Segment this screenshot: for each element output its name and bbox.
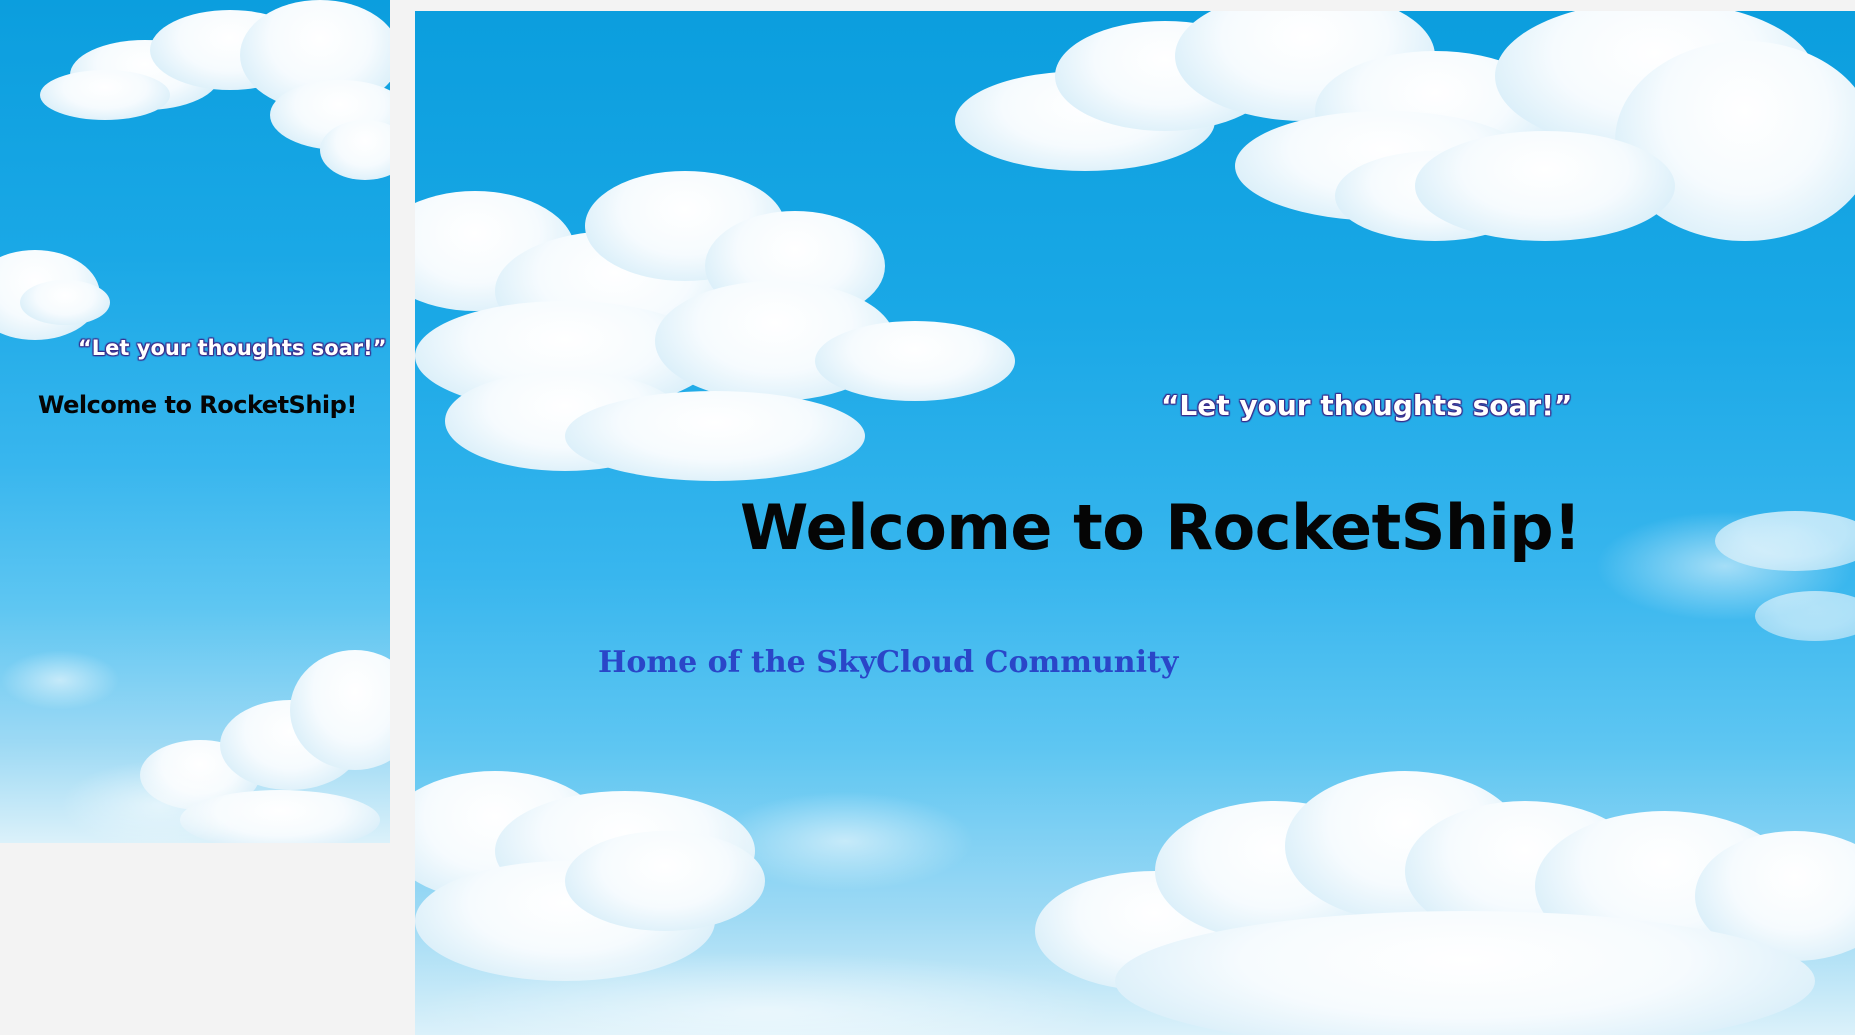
welcome-heading: Welcome to RocketShip!	[740, 491, 1581, 564]
desktop-preview-frame: “Let your thoughts soar!” Welcome to Roc…	[415, 11, 1855, 1035]
mobile-preview-frame: “Let your thoughts soar!” Welcome to Roc…	[0, 0, 390, 843]
tagline: “Let your thoughts soar!”	[78, 336, 387, 360]
community-subtitle: Home of the SkyCloud Community	[598, 645, 1179, 680]
welcome-heading: Welcome to RocketShip!	[38, 391, 357, 419]
tagline: “Let your thoughts soar!”	[1161, 389, 1573, 422]
